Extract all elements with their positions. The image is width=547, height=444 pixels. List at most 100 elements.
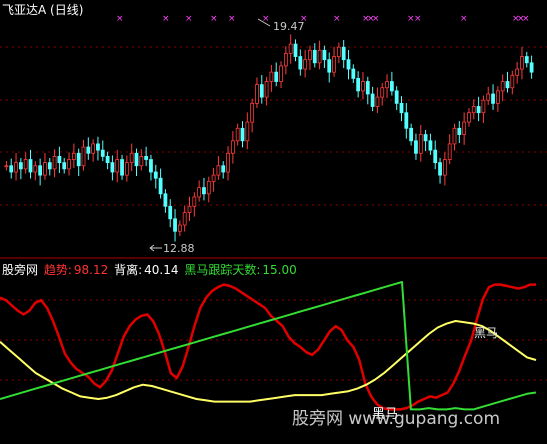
candle-body	[216, 165, 221, 176]
candle-body	[47, 162, 52, 170]
candle-body	[202, 187, 206, 195]
signal-cross: ×	[228, 14, 236, 24]
signal-cross: ×	[333, 14, 341, 24]
candle-body	[442, 159, 447, 176]
candle-body	[81, 146, 86, 167]
candle-body	[57, 155, 62, 164]
signal-cross: ×	[460, 14, 468, 24]
candle-body	[71, 152, 76, 160]
candle-body	[197, 187, 202, 198]
candle-body	[91, 143, 96, 154]
candle-body	[510, 74, 515, 89]
candle-body	[365, 81, 370, 95]
candle-body	[139, 155, 144, 167]
tracking-label: 黑马跟踪天数:	[184, 263, 261, 277]
candle-body	[134, 152, 139, 167]
candle-body	[404, 112, 409, 129]
candle-body	[187, 205, 192, 213]
candle-body	[274, 71, 279, 82]
candle-body	[4, 165, 9, 168]
candle-body	[471, 106, 476, 114]
candle-body	[303, 59, 308, 70]
candle-body	[264, 81, 269, 98]
candle-body	[457, 127, 462, 135]
candle-body	[447, 143, 452, 160]
candle-body	[124, 162, 129, 176]
candle-body	[105, 155, 110, 164]
candle-body	[423, 134, 428, 142]
chart-background	[0, 0, 547, 444]
candle-body	[279, 65, 283, 82]
candle-body	[351, 68, 356, 79]
candle-body	[245, 121, 250, 142]
candle-body	[428, 140, 433, 151]
candle-body	[52, 155, 57, 170]
candle-body	[173, 218, 177, 232]
candle-body	[120, 159, 124, 176]
candle-body	[96, 143, 100, 151]
candle-body	[28, 159, 33, 173]
signal-cross: ×	[210, 14, 218, 24]
candle-body	[288, 43, 293, 54]
candle-body	[62, 162, 67, 170]
overlay-label: 黑马	[474, 326, 499, 340]
candle-body	[23, 159, 28, 170]
candle-body	[221, 165, 226, 173]
candle-body	[168, 205, 173, 220]
watermark: 股旁网 www.gupang.com	[292, 409, 501, 429]
low-price-label: 12.88	[163, 242, 195, 255]
candle-body	[336, 46, 341, 57]
candle-body	[298, 56, 303, 70]
candle-body	[163, 193, 168, 207]
signal-cross: ×	[185, 14, 193, 24]
candle-body	[356, 78, 361, 92]
candle-body	[462, 121, 467, 135]
candle-body	[86, 146, 91, 154]
candle-body	[255, 84, 259, 104]
candle-body	[491, 93, 495, 104]
candle-body	[230, 140, 235, 154]
candle-body	[38, 165, 43, 176]
candle-body	[515, 68, 520, 76]
candle-body	[414, 140, 418, 154]
candle-body	[9, 165, 14, 173]
candle-body	[110, 162, 115, 173]
candle-body	[375, 96, 380, 107]
candle-body	[361, 81, 365, 92]
high-price-label: 19.47	[273, 20, 305, 33]
signal-cross: ×	[162, 14, 170, 24]
candle-body	[317, 49, 322, 64]
candle-body	[115, 159, 120, 173]
candle-body	[500, 81, 505, 92]
candle-body	[33, 165, 38, 173]
candle-body	[476, 106, 481, 114]
candle-body	[144, 155, 149, 160]
candle-body	[250, 102, 255, 123]
candle-body	[312, 49, 317, 64]
candle-body	[43, 162, 47, 176]
candle-body	[269, 71, 274, 82]
candle-body	[67, 159, 71, 170]
candle-body	[158, 177, 163, 195]
candle-body	[100, 149, 105, 157]
candle-body	[283, 53, 288, 67]
candle-body	[129, 152, 134, 164]
candle-body	[418, 134, 423, 154]
candle-body	[389, 81, 394, 92]
signal-cross: ×	[522, 14, 530, 24]
candle-body	[529, 62, 534, 73]
candle-body	[293, 43, 298, 57]
stock-chart-canvas: × × × × × × × × ××× × × × ×××	[0, 0, 547, 444]
candle-body	[18, 162, 23, 170]
trend-value: 98.12	[73, 263, 109, 277]
candle-body	[177, 224, 182, 232]
signal-cross: ×	[116, 14, 124, 24]
candle-body	[226, 152, 230, 173]
candle-body	[524, 56, 529, 64]
candle-body	[438, 162, 442, 176]
candle-body	[14, 162, 18, 173]
candle-body	[240, 127, 245, 142]
candle-body	[380, 87, 385, 98]
candle-body	[346, 59, 351, 70]
candle-body	[409, 127, 414, 142]
